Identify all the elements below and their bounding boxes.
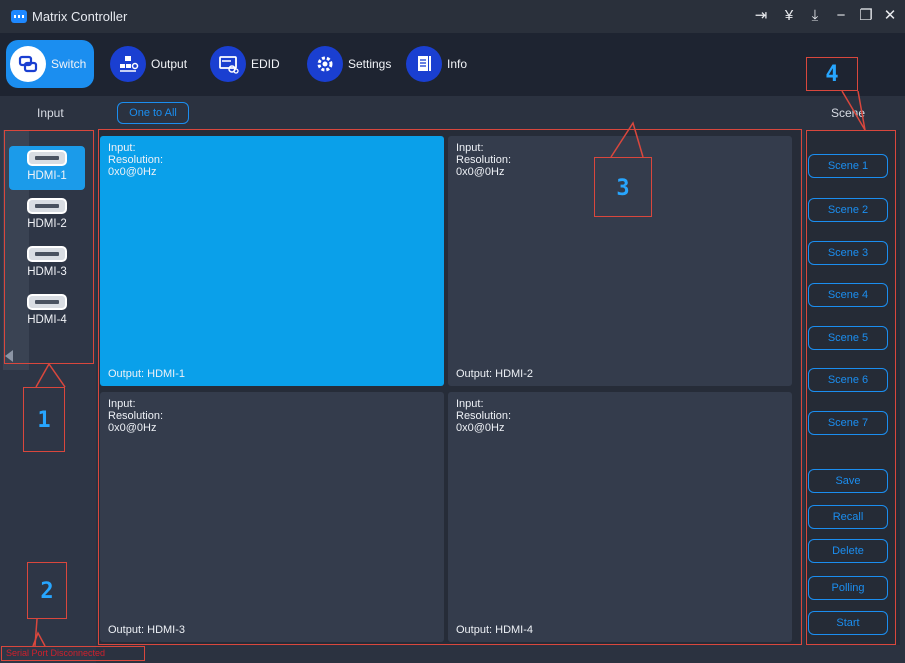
tab-settings-label: Settings <box>348 57 392 71</box>
app-title: Matrix Controller <box>32 9 128 24</box>
gear-icon <box>307 46 343 82</box>
main-toolbar: Switch Output EDID Settings Info <box>0 33 905 96</box>
tab-output[interactable]: Output <box>110 40 187 88</box>
callout-3: 3 <box>594 157 652 217</box>
callout-2-number: 2 <box>40 579 54 604</box>
annotation-box-output-grid <box>98 129 802 645</box>
annotation-box-scene-panel <box>806 130 896 645</box>
tab-switch[interactable]: Switch <box>6 40 95 88</box>
callout-1: 1 <box>23 387 65 452</box>
download-icon[interactable]: ⤓ <box>806 6 824 26</box>
callout-3-number: 3 <box>616 176 630 201</box>
tab-settings[interactable]: Settings <box>307 40 391 88</box>
tab-edid[interactable]: EDID <box>210 40 280 88</box>
annotation-box-status <box>1 646 145 661</box>
tab-info-label: Info <box>447 57 468 71</box>
switch-icon <box>10 46 46 82</box>
annotation-box-input-list <box>4 130 94 364</box>
output-icon <box>110 46 146 82</box>
one-to-all-button[interactable]: One to All <box>117 102 189 124</box>
callout-4: 4 <box>806 57 858 91</box>
callout-4-number: 4 <box>825 62 839 87</box>
tab-edid-label: EDID <box>251 57 280 71</box>
login-icon[interactable]: ⇥ <box>752 6 770 26</box>
close-icon[interactable]: ✕ <box>881 6 899 26</box>
tab-switch-label: Switch <box>51 57 87 71</box>
minimize-icon[interactable]: − <box>832 6 850 26</box>
tab-output-label: Output <box>151 57 188 71</box>
info-document-icon <box>406 46 442 82</box>
collapse-icon[interactable]: ¥ <box>780 6 798 26</box>
callout-1-number: 1 <box>37 408 51 433</box>
input-column-heading: Input <box>37 106 64 120</box>
callout-2: 2 <box>27 562 67 619</box>
restore-icon[interactable]: ❐ <box>857 6 875 26</box>
tab-info[interactable]: Info <box>406 40 467 88</box>
app-logo-icon <box>11 10 27 23</box>
title-bar: Matrix Controller ⇥ ¥ ⤓ − ❐ ✕ <box>0 0 905 33</box>
edid-icon <box>210 46 246 82</box>
scene-column-heading: Scene <box>831 106 866 120</box>
